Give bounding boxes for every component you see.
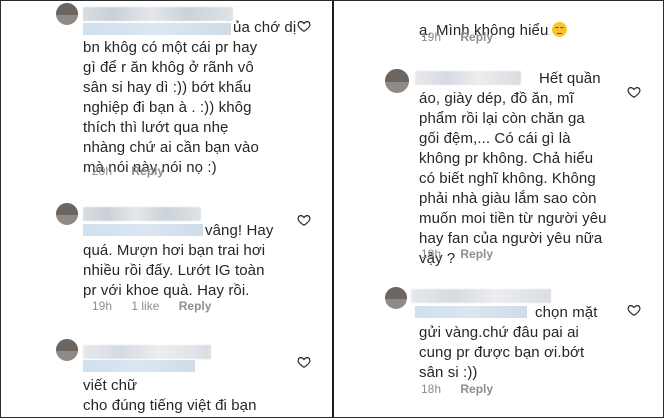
likes-count[interactable]: 1 like <box>131 299 159 313</box>
avatar[interactable] <box>385 287 407 309</box>
timestamp: 19h <box>92 299 113 313</box>
comment-text: ủa chớ dị bn khôg có một cái pr hay gì đ… <box>83 19 297 176</box>
comment-meta: 19h Reply <box>421 30 509 44</box>
username-redacted[interactable] <box>83 207 201 221</box>
avatar[interactable] <box>56 203 78 225</box>
comment-text: viết chữ cho đúng tiếng việt đi bạn ạ. M… <box>83 356 313 417</box>
username-redacted[interactable] <box>411 289 551 303</box>
comment-meta: 19h 1 like Reply <box>92 299 227 313</box>
timestamp: 19h <box>421 247 442 261</box>
reply-button[interactable]: Reply <box>460 382 493 396</box>
comment-meta: 20h Reply <box>92 164 180 178</box>
heart-icon[interactable] <box>297 355 311 369</box>
comment-text: Hết quần áo, giày dép, đồ ăn, mĩ phẩm rồ… <box>419 70 607 267</box>
comment-meta: 18h Reply <box>421 382 509 396</box>
screenshot-frame: ủa chớ dị bn khôg có một cái pr hay gì đ… <box>0 0 664 418</box>
comment-text: chọn mặt gửi vàng.chứ đâu pai ai cung pr… <box>419 304 598 381</box>
column-divider <box>332 1 334 417</box>
timestamp: 20h <box>92 164 113 178</box>
avatar[interactable] <box>56 3 78 25</box>
reply-button[interactable]: Reply <box>460 30 493 44</box>
heart-icon[interactable] <box>297 213 311 227</box>
heart-icon[interactable] <box>627 85 641 99</box>
comment-meta: 19h Reply <box>421 247 509 261</box>
timestamp: 19h <box>421 30 442 44</box>
comment-text-body: viết chữ cho đúng tiếng việt đi bạn ạ. M… <box>83 377 257 414</box>
reply-button[interactable]: Reply <box>179 299 212 313</box>
reply-button[interactable]: Reply <box>460 247 493 261</box>
reply-button[interactable]: Reply <box>131 164 164 178</box>
heart-icon[interactable] <box>627 303 641 317</box>
heart-icon[interactable] <box>297 19 311 33</box>
comment-text: vâng! Hay quá. Mượn hơi bạn trai hơi nhi… <box>83 222 274 299</box>
pensive-face-emoji <box>552 22 568 37</box>
timestamp: 18h <box>421 382 442 396</box>
avatar[interactable] <box>56 339 78 361</box>
avatar[interactable] <box>385 69 409 93</box>
